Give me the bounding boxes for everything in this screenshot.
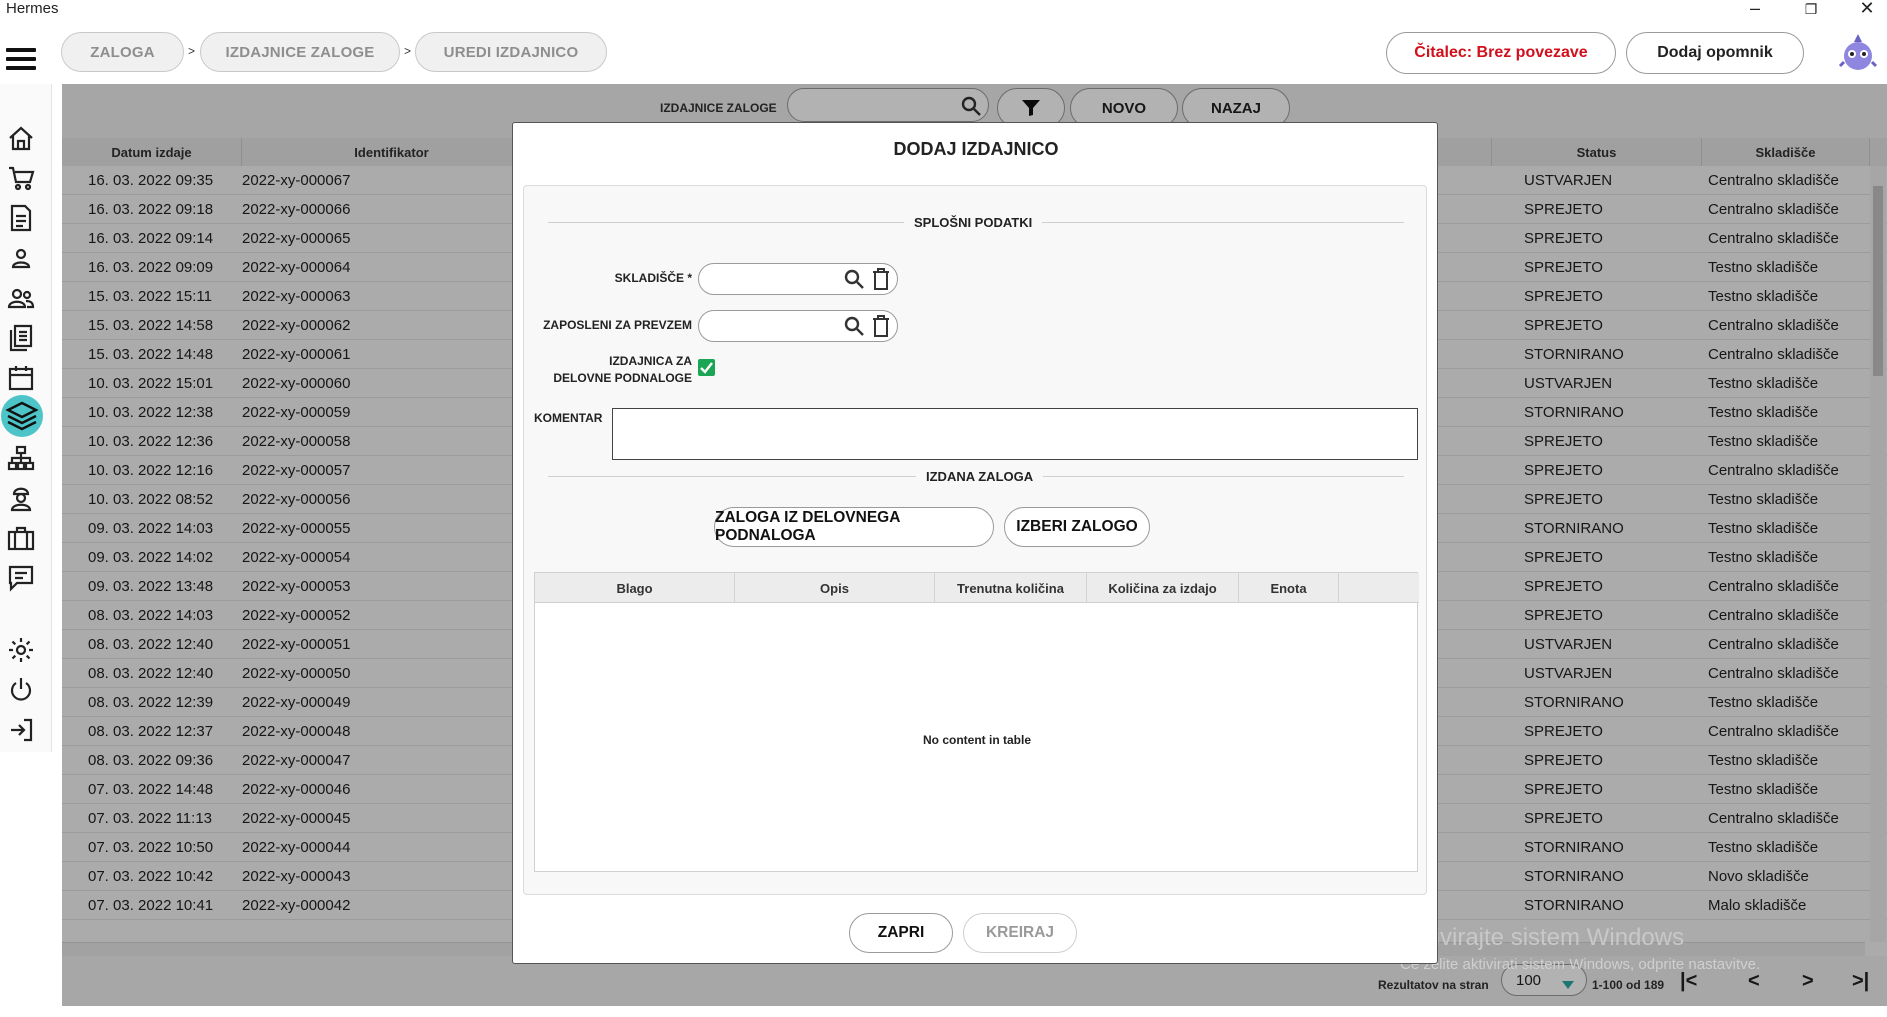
close-dialog-button[interactable]: ZAPRI [849, 913, 953, 953]
add-issue-dialog: DODAJ IZDAJNICO SPLOŠNI PODATKI SKLADIŠČ… [512, 122, 1438, 964]
documents-icon[interactable] [4, 322, 38, 354]
app-title: Hermes [6, 0, 59, 17]
issued-stock-table: Blago Opis Trenutna količina Količina za… [534, 572, 1419, 872]
section-title-stock: IZDANA ZALOGA [916, 469, 1044, 484]
employee-field[interactable] [698, 310, 898, 342]
issued-stock-table-header: Blago Opis Trenutna količina Količina za… [535, 573, 1419, 603]
trash-icon[interactable] [871, 314, 891, 343]
breadcrumb-izdajnice-zaloge[interactable]: IZDAJNICE ZALOGE [200, 32, 400, 72]
hierarchy-icon[interactable] [4, 442, 38, 474]
restore-button[interactable]: ❐ [1796, 1, 1826, 18]
comment-label: KOMENTAR [534, 411, 603, 425]
briefcase-icon[interactable] [4, 522, 38, 554]
comment-textarea[interactable] [612, 408, 1418, 460]
menu-icon[interactable] [6, 48, 36, 72]
document-icon[interactable] [4, 202, 38, 234]
avatar[interactable] [1838, 32, 1878, 74]
cart-icon[interactable] [4, 162, 38, 194]
sidebar [0, 84, 52, 752]
section-title-general: SPLOŠNI PODATKI [904, 215, 1043, 230]
warehouse-field[interactable] [698, 263, 898, 295]
work-subtask-checkbox[interactable] [698, 359, 715, 376]
minimize-button[interactable]: – [1740, 0, 1770, 19]
empty-table-message: No content in table [923, 733, 1031, 747]
power-icon[interactable] [4, 674, 38, 706]
layers-icon[interactable] [1, 395, 43, 437]
column-header-current-qty[interactable]: Trenutna količina [935, 573, 1087, 603]
comment-icon[interactable] [4, 562, 38, 594]
trash-icon[interactable] [871, 267, 891, 296]
activation-watermark-text: Če želite aktivirati sistem Windows, odp… [1400, 956, 1761, 973]
column-header-unit[interactable]: Enota [1239, 573, 1339, 603]
user-icon[interactable] [4, 242, 38, 274]
activation-watermark-title: Aktivirajte sistem Windows [1400, 924, 1685, 951]
logout-icon[interactable] [4, 714, 38, 746]
gear-icon[interactable] [4, 634, 38, 666]
select-stock-button[interactable]: IZBERI ZALOGO [1004, 507, 1150, 547]
search-icon[interactable] [843, 315, 865, 342]
column-header-description[interactable]: Opis [735, 573, 935, 603]
home-icon[interactable] [4, 122, 38, 154]
reader-status-button[interactable]: Čitalec: Brez povezave [1386, 32, 1616, 74]
breadcrumb-separator: > [404, 44, 412, 58]
dialog-body: SPLOŠNI PODATKI SKLADIŠČE * ZAPOSLENI ZA… [523, 185, 1427, 895]
worker-icon[interactable] [4, 482, 38, 514]
column-header-item[interactable]: Blago [535, 573, 735, 603]
stock-from-subtask-button[interactable]: ZALOGA IZ DELOVNEGA PODNALOGA [714, 507, 994, 547]
add-reminder-button[interactable]: Dodaj opomnik [1626, 32, 1804, 74]
warehouse-label: SKLADIŠČE * [614, 271, 692, 285]
employee-label: ZAPOSLENI ZA PREVZEM [543, 318, 692, 332]
breadcrumb-separator: > [188, 44, 196, 58]
users-icon[interactable] [4, 282, 38, 314]
window-titlebar: Hermes – ❐ ✕ [0, 0, 1887, 24]
breadcrumb-uredi-izdajnico[interactable]: UREDI IZDAJNICO [415, 32, 607, 72]
dialog-title: DODAJ IZDAJNICO [893, 139, 1059, 159]
checkbox-label-line1: IZDAJNICA ZA [609, 354, 692, 368]
search-icon[interactable] [843, 268, 865, 295]
check-icon [700, 362, 713, 374]
create-button[interactable]: KREIRAJ [963, 913, 1077, 953]
calendar-icon[interactable] [4, 362, 38, 394]
close-window-button[interactable]: ✕ [1852, 0, 1882, 19]
breadcrumb-zaloga[interactable]: ZALOGA [61, 32, 184, 72]
app-header: ZALOGA > IZDAJNICE ZALOGE > UREDI IZDAJN… [0, 24, 1887, 84]
checkbox-label-line2: DELOVNE PODNALOGE [553, 371, 692, 385]
column-header-issue-qty[interactable]: Količina za izdajo [1087, 573, 1239, 603]
